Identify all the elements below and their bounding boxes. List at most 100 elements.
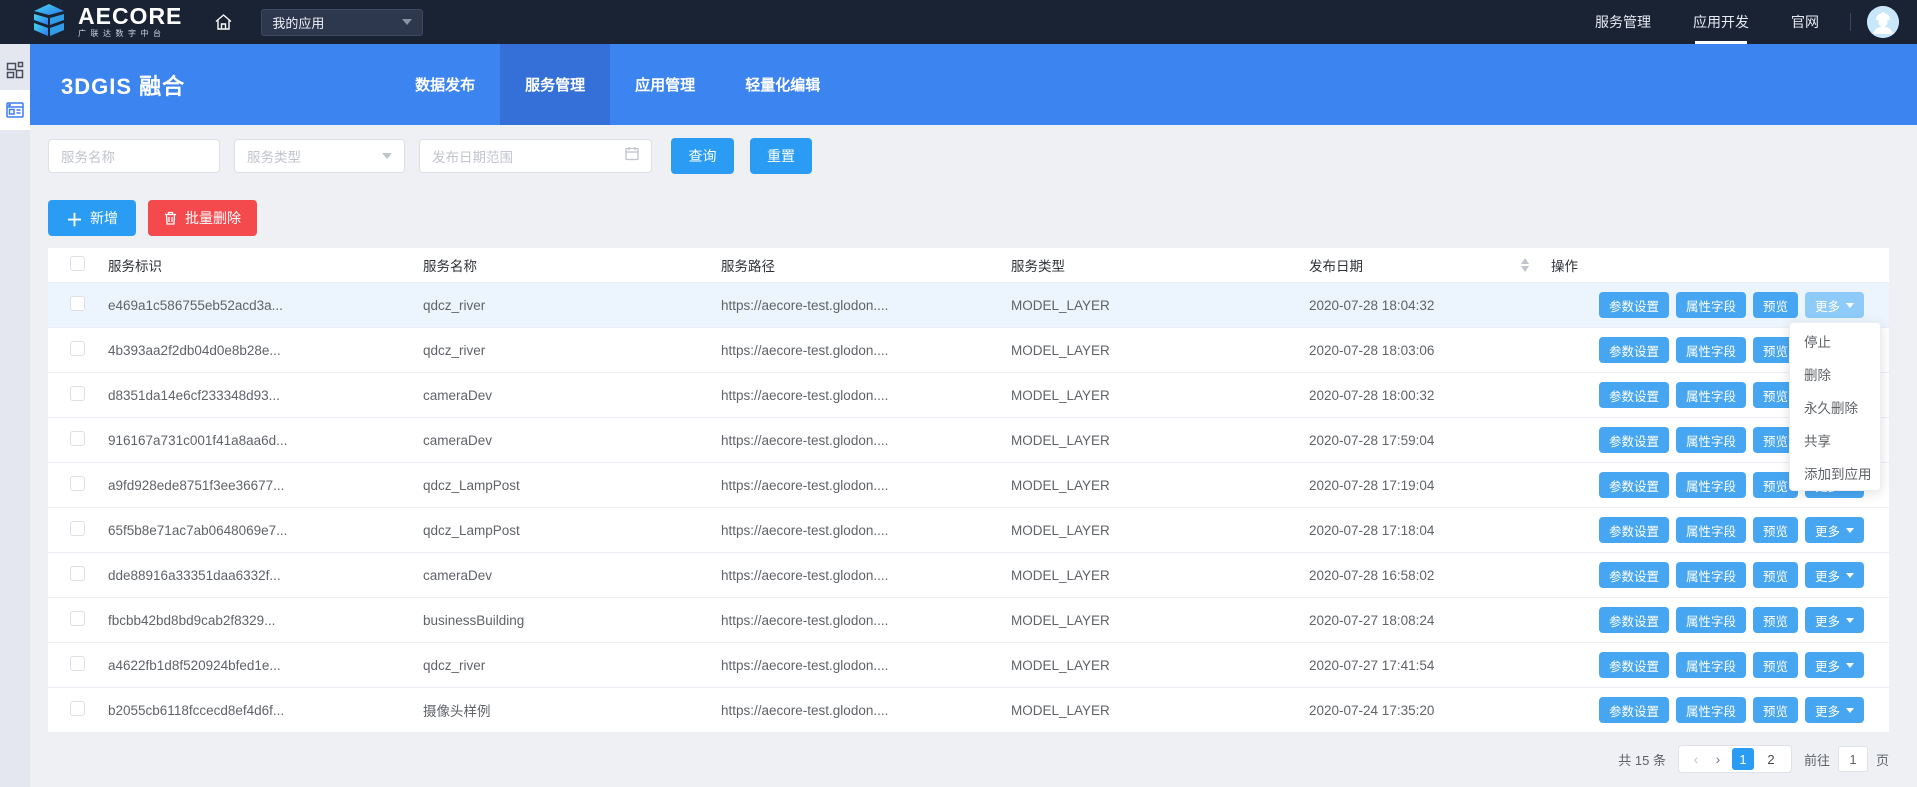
user-avatar[interactable] xyxy=(1867,6,1899,38)
chevron-down-icon xyxy=(1846,303,1854,308)
row-checkbox[interactable] xyxy=(70,386,85,401)
more-button[interactable]: 更多 xyxy=(1805,292,1864,318)
sidebar-item-service-app[interactable] xyxy=(0,90,30,130)
home-icon[interactable] xyxy=(214,13,233,31)
table-row: 916167a731c001f41a8aa6d... cameraDev htt… xyxy=(48,418,1889,463)
attribute-fields-button[interactable]: 属性字段 xyxy=(1676,517,1746,543)
preview-button[interactable]: 预览 xyxy=(1753,607,1798,633)
row-checkbox[interactable] xyxy=(70,296,85,311)
cell-service-name: qdcz_river xyxy=(415,658,713,673)
params-settings-button[interactable]: 参数设置 xyxy=(1599,337,1669,363)
preview-button[interactable]: 预览 xyxy=(1753,562,1798,588)
app-select[interactable]: 我的应用 xyxy=(261,9,423,36)
brand-name: AECORE xyxy=(78,5,182,27)
cell-service-name: businessBuilding xyxy=(415,613,713,628)
goto-page-input[interactable] xyxy=(1838,746,1868,772)
attribute-fields-button[interactable]: 属性字段 xyxy=(1676,472,1746,498)
params-settings-button[interactable]: 参数设置 xyxy=(1599,382,1669,408)
header-tab[interactable]: 数据发布 xyxy=(390,44,500,125)
more-button[interactable]: 更多 xyxy=(1805,562,1864,588)
cell-service-type: MODEL_LAYER xyxy=(1003,298,1301,313)
attribute-fields-button[interactable]: 属性字段 xyxy=(1676,337,1746,363)
column-header-service-type: 服务类型 xyxy=(1003,255,1301,275)
row-checkbox[interactable] xyxy=(70,611,85,626)
attribute-fields-button[interactable]: 属性字段 xyxy=(1676,382,1746,408)
sort-icon[interactable] xyxy=(1521,258,1529,272)
more-button[interactable]: 更多 xyxy=(1805,652,1864,678)
header-tab[interactable]: 应用管理 xyxy=(610,44,720,125)
reset-button[interactable]: 重置 xyxy=(750,138,812,174)
dropdown-menu-item[interactable]: 删除 xyxy=(1790,357,1880,390)
filter-bar: 服务名称 服务类型 发布日期范围 查询 重置 xyxy=(48,138,1917,174)
publish-date-range-input[interactable]: 发布日期范围 xyxy=(419,139,652,173)
more-button[interactable]: 更多 xyxy=(1805,517,1864,543)
attribute-fields-button[interactable]: 属性字段 xyxy=(1676,562,1746,588)
cell-service-type: MODEL_LAYER xyxy=(1003,433,1301,448)
add-button[interactable]: ＋ 新增 xyxy=(48,200,136,236)
params-settings-button[interactable]: 参数设置 xyxy=(1599,562,1669,588)
cell-publish-date: 2020-07-27 18:08:24 xyxy=(1301,613,1543,628)
cell-service-type: MODEL_LAYER xyxy=(1003,478,1301,493)
cell-service-name: qdcz_river xyxy=(415,343,713,358)
params-settings-button[interactable]: 参数设置 xyxy=(1599,292,1669,318)
next-page-button[interactable]: › xyxy=(1707,748,1729,770)
attribute-fields-button[interactable]: 属性字段 xyxy=(1676,607,1746,633)
cell-service-type: MODEL_LAYER xyxy=(1003,568,1301,583)
header-tab[interactable]: 轻量化编辑 xyxy=(720,44,845,125)
row-checkbox[interactable] xyxy=(70,431,85,446)
params-settings-button[interactable]: 参数设置 xyxy=(1599,652,1669,678)
trash-icon xyxy=(164,211,177,225)
params-settings-button[interactable]: 参数设置 xyxy=(1599,697,1669,723)
calendar-icon xyxy=(625,146,639,166)
column-header-actions: 操作 xyxy=(1543,255,1889,275)
service-type-select[interactable]: 服务类型 xyxy=(234,139,405,173)
more-button[interactable]: 更多 xyxy=(1805,607,1864,633)
table-header-row: 服务标识 服务名称 服务路径 服务类型 发布日期 操作 xyxy=(48,248,1889,283)
cell-service-name: qdcz_LampPost xyxy=(415,523,713,538)
sort-desc-icon[interactable] xyxy=(1521,266,1529,272)
preview-button[interactable]: 预览 xyxy=(1753,292,1798,318)
search-button[interactable]: 查询 xyxy=(671,138,734,174)
batch-delete-button[interactable]: 批量删除 xyxy=(148,200,257,236)
header-tabs: 数据发布服务管理应用管理轻量化编辑 xyxy=(390,44,845,125)
prev-page-button[interactable]: ‹ xyxy=(1685,748,1707,770)
preview-button[interactable]: 预览 xyxy=(1753,697,1798,723)
sort-asc-icon[interactable] xyxy=(1521,258,1529,264)
attribute-fields-button[interactable]: 属性字段 xyxy=(1676,292,1746,318)
preview-button[interactable]: 预览 xyxy=(1753,652,1798,678)
page-number-button[interactable]: 1 xyxy=(1732,748,1754,770)
row-checkbox[interactable] xyxy=(70,476,85,491)
row-checkbox[interactable] xyxy=(70,521,85,536)
params-settings-button[interactable]: 参数设置 xyxy=(1599,427,1669,453)
more-button[interactable]: 更多 xyxy=(1805,697,1864,723)
row-checkbox[interactable] xyxy=(70,566,85,581)
dropdown-menu-item[interactable]: 停止 xyxy=(1790,324,1880,357)
cell-service-id: b2055cb6118fccecd8ef4d6f... xyxy=(100,703,415,718)
cell-service-id: a4622fb1d8f520924bfed1e... xyxy=(100,658,415,673)
topnav-link[interactable]: 应用开发 xyxy=(1693,0,1749,44)
row-checkbox[interactable] xyxy=(70,701,85,716)
page-unit-label: 页 xyxy=(1876,750,1889,769)
params-settings-button[interactable]: 参数设置 xyxy=(1599,607,1669,633)
params-settings-button[interactable]: 参数设置 xyxy=(1599,517,1669,543)
topnav-link[interactable]: 官网 xyxy=(1791,0,1819,44)
header-tab[interactable]: 服务管理 xyxy=(500,44,610,125)
row-checkbox[interactable] xyxy=(70,656,85,671)
attribute-fields-button[interactable]: 属性字段 xyxy=(1676,427,1746,453)
sidebar-item-dashboard[interactable] xyxy=(0,50,30,90)
table-row: 4b393aa2f2db04d0e8b28e... qdcz_river htt… xyxy=(48,328,1889,373)
page-number-button[interactable]: 2 xyxy=(1760,748,1782,770)
attribute-fields-button[interactable]: 属性字段 xyxy=(1676,697,1746,723)
dropdown-menu-item[interactable]: 共享 xyxy=(1790,423,1880,456)
service-name-input[interactable]: 服务名称 xyxy=(48,139,220,173)
topnav-link[interactable]: 服务管理 xyxy=(1595,0,1651,44)
dropdown-menu-item[interactable]: 永久删除 xyxy=(1790,390,1880,423)
params-settings-button[interactable]: 参数设置 xyxy=(1599,472,1669,498)
more-actions-dropdown: 停止删除永久删除共享添加到应用 xyxy=(1789,322,1881,491)
attribute-fields-button[interactable]: 属性字段 xyxy=(1676,652,1746,678)
cell-service-name: qdcz_LampPost xyxy=(415,478,713,493)
select-all-checkbox[interactable] xyxy=(70,256,85,271)
row-checkbox[interactable] xyxy=(70,341,85,356)
preview-button[interactable]: 预览 xyxy=(1753,517,1798,543)
dropdown-menu-item[interactable]: 添加到应用 xyxy=(1790,456,1880,489)
